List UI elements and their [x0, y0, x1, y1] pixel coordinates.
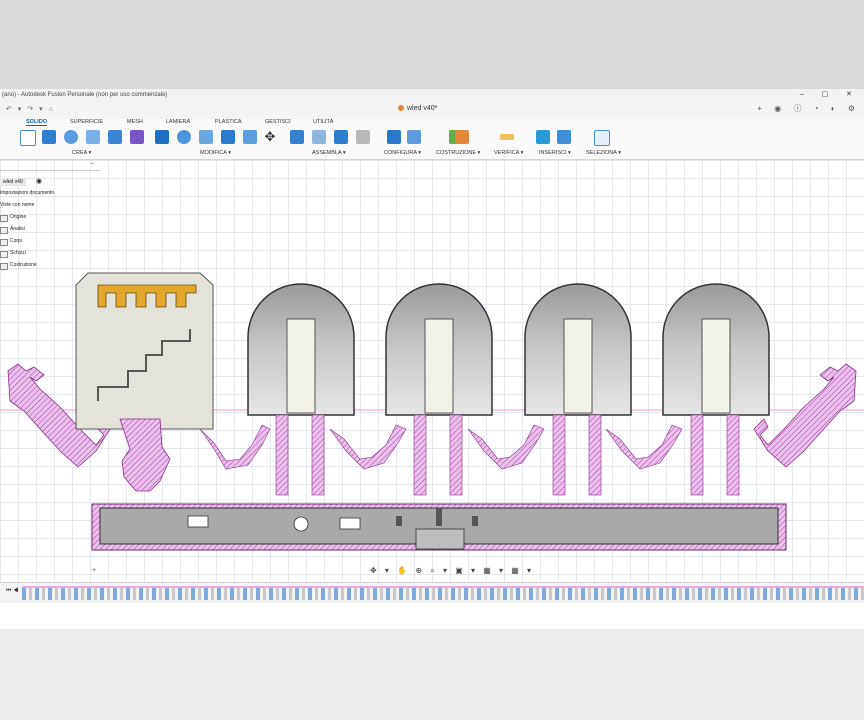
tree-item-sketches[interactable]: Schizzi [10, 250, 26, 256]
timeline-features[interactable] [22, 586, 864, 600]
link-0 [199, 424, 271, 470]
tree-item-named-views[interactable]: Viste con nome [0, 202, 34, 208]
collapse-button[interactable]: – [91, 161, 94, 167]
center-clip [415, 528, 465, 550]
model-viewport [0, 272, 864, 551]
screw-boss-2 [436, 508, 442, 526]
comments-add-button[interactable]: + [92, 567, 96, 574]
radio-icon[interactable]: ◉ [36, 177, 42, 185]
link-1 [329, 424, 407, 470]
bulb-2 [385, 283, 493, 496]
tree-item-settings[interactable]: Impostazioni documento [0, 190, 54, 196]
bulb-1 [247, 283, 355, 496]
controller-mount [119, 418, 171, 492]
tree-item-bodies[interactable]: Corpi [10, 238, 22, 244]
folder-icon [0, 263, 8, 270]
folder-icon [0, 251, 8, 258]
power-jack [293, 516, 309, 532]
folder-icon [0, 239, 8, 246]
folder-icon [0, 215, 8, 222]
navigation-bar[interactable]: ✥ ▾ ✋ ⊕ ⌕ ▾ ▣ ▾ ▦ ▾ ▦ ▾ [370, 566, 534, 576]
fusion-window: (ano) - Autodesk Fusion Personale (non p… [0, 89, 864, 629]
tree-item-analysis[interactable]: Analisi [10, 226, 25, 232]
timeline: ⏮ ◀ [0, 582, 864, 603]
tree-item-origin[interactable]: Origine [10, 214, 26, 220]
usb-port [187, 515, 209, 528]
document-node[interactable]: wled v40 [0, 178, 26, 186]
bulb-4 [662, 283, 770, 496]
button-hole [339, 517, 361, 530]
link-3 [605, 424, 683, 470]
screw-boss-3 [472, 516, 478, 526]
bulb-3 [524, 283, 632, 496]
letterbox-bottom [0, 629, 864, 720]
browser-header: – [0, 161, 100, 171]
screw-boss-1 [396, 516, 402, 526]
timeline-controls[interactable]: ⏮ ◀ [6, 588, 18, 595]
folder-icon [0, 227, 8, 234]
link-2 [467, 424, 545, 470]
tree-item-construction[interactable]: Costruzione [10, 262, 37, 268]
browser-panel: – wled v40 ◉ Impostazioni documento Vist… [0, 160, 105, 275]
